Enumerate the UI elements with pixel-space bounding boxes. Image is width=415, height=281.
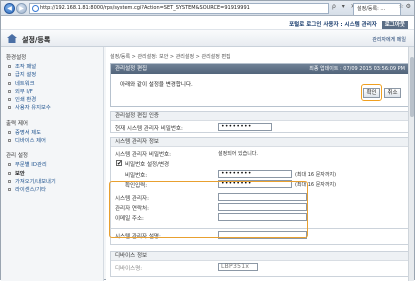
sidebar-item-label: 네트워크 — [15, 80, 35, 87]
auth-section-title: 관리설정 편집 인증 — [111, 112, 409, 121]
forward-button[interactable]: ▶ — [16, 3, 27, 14]
login-user-text: 로그인 사용자 : 시스템 관리자 — [306, 22, 377, 28]
header-links: 포털로 로그인 사용자 : 시스템 관리자 로그아웃 — [289, 20, 408, 29]
sidebar-item-label: 외부 I/F — [15, 88, 33, 95]
change-message: 아래와 같이 설정을 변경합니다. — [120, 82, 193, 88]
last-updated: 최종 업데이트 : 07/09 2015 03:56:09 PM — [309, 66, 405, 72]
sidebar-item-license-other[interactable]: 라이센스/기타 — [8, 186, 103, 194]
ok-button[interactable]: 확인 — [363, 88, 380, 98]
vertical-scrollbar[interactable] — [408, 47, 414, 281]
main-content: 설정/등록 > 관리설정: 보안 > 관리설정 > 관리설정 편집 관리설정 편… — [106, 47, 414, 281]
sidebar-item-label: 급지 설정 — [15, 72, 37, 79]
sidebar-item-print-environment[interactable]: 인쇄 환경 — [8, 96, 103, 104]
url-input[interactable]: http://192.168.1.81:8000/rps/system.cgi?… — [29, 3, 329, 14]
top-header: 포털로 로그인 사용자 : 시스템 관리자 로그아웃 — [1, 16, 414, 30]
bullet-icon — [8, 65, 11, 68]
sidebar-heading-management: 관리 설정 — [6, 153, 28, 160]
sidebar-heading-output-control: 출력 제어 — [6, 120, 28, 127]
bullet-icon — [8, 163, 11, 167]
sidebar-item-label: 디바이스 제어 — [15, 138, 46, 145]
sidebar-item-import-export[interactable]: 가져오기/내보내기 — [8, 178, 103, 186]
sidebar-item-external-if[interactable]: 외부 I/F — [8, 88, 103, 96]
panel-title: 관리설정 편집 — [115, 66, 148, 72]
edit-panel: 관리설정 편집 최종 업데이트 : 07/09 2015 03:56:09 PM… — [110, 63, 410, 107]
browser-logo-icon — [32, 5, 39, 12]
current-password-input[interactable]: •••••••• — [218, 123, 272, 131]
sidebar-item-label: 가져오기/내보내기 — [15, 178, 56, 185]
cancel-button[interactable]: 취소 — [384, 88, 401, 98]
set-password-checkbox[interactable]: ✔ — [116, 160, 122, 167]
admin-fields-highlight — [109, 181, 308, 238]
sidebar-item-user-maintenance[interactable]: 사용자 유지보수 — [8, 104, 103, 112]
sidebar-item-label: 조작 패널 — [15, 64, 37, 70]
sidebar-item-label: 라이센스/기타 — [15, 187, 47, 194]
home-icon[interactable] — [7, 34, 17, 43]
sidebar-item-paper-source[interactable]: 급지 설정 — [8, 71, 103, 79]
address-bar-area: ◀ ▶ http://192.168.1.81:8000/rps/system.… — [1, 1, 414, 16]
device-info-section: 디바이스 정보 디바이스명: LBP351x — [110, 251, 410, 277]
admin-info-title: 시스템 관리자 정보 — [111, 138, 409, 147]
admin-password-label: 시스템 관리자 비밀번호: — [115, 152, 171, 158]
set-password-label: 비밀번호 설정/변경 — [125, 162, 170, 168]
sidebar-item-department-id[interactable]: 부문별 ID관리 — [8, 161, 103, 169]
sidebar-item-security[interactable]: 보안 — [8, 170, 103, 178]
bullet-icon — [8, 81, 11, 85]
manager-mail-link[interactable]: 관리자에게 메일 — [372, 36, 406, 43]
sidebar-item-label: 부문별 ID관리 — [15, 162, 47, 169]
back-button[interactable]: ◀ — [4, 3, 15, 14]
sidebar-item-control-panel[interactable]: 조작 패널 — [8, 63, 103, 71]
bullet-icon — [8, 179, 11, 183]
bullet-icon — [8, 98, 11, 102]
new-password-label: 비밀번호: — [125, 173, 148, 179]
bullet-icon — [8, 139, 11, 143]
device-name-input[interactable]: LBP351x — [218, 263, 258, 271]
device-name-label: 디바이스명: — [115, 266, 143, 272]
sidebar-item-network[interactable]: 네트워크 — [8, 80, 103, 88]
new-password-input[interactable]: •••••••• — [218, 170, 292, 178]
bullet-icon — [8, 130, 11, 134]
bullet-icon — [8, 89, 11, 93]
browser-tab[interactable]: 설정/등록: ... — [353, 3, 401, 15]
current-password-label: 현재 시스템 관리자 비밀번호: — [115, 126, 183, 132]
bullet-icon — [8, 106, 11, 110]
sidebar-item-label: 인쇄 환경 — [15, 97, 37, 104]
sidebar-item-label: 증명서 제도 — [15, 129, 42, 136]
device-info-title: 디바이스 정보 — [111, 252, 409, 261]
sidebar-item-label: 사용자 유지보수 — [15, 105, 51, 112]
bullet-icon — [8, 171, 11, 175]
sidebar-item-label: 보안 — [15, 170, 25, 177]
sidebar-item-certificate[interactable]: 증명서 제도 — [8, 129, 103, 137]
portal-link[interactable]: 포털로 — [289, 22, 304, 28]
window-controls[interactable]: ☆ ⚙ — [398, 3, 411, 10]
panel-title-bar: 관리설정 편집 최종 업데이트 : 07/09 2015 03:56:09 PM — [111, 64, 409, 74]
browser-window: ◀ ▶ http://192.168.1.81:8000/rps/system.… — [0, 0, 415, 281]
url-text: http://192.168.1.81:8000/rps/system.cgi?… — [40, 5, 250, 11]
auth-section: 관리설정 편집 인증 현재 시스템 관리자 비밀번호: •••••••• — [110, 111, 410, 133]
sidebar: 환경설정 조작 패널 급지 설정 네트워크 외부 I/F 인쇄 환경 사용자 유… — [1, 47, 104, 281]
new-password-note: (최대 16 문자까지) — [295, 172, 337, 178]
bullet-icon — [8, 73, 11, 77]
sidebar-heading-preferences: 환경설정 — [6, 55, 27, 61]
bullet-icon — [8, 188, 11, 192]
admin-password-status: 설정되어 있습니다. — [218, 151, 258, 157]
breadcrumb: 설정/등록 > 관리설정: 보안 > 관리설정 > 관리설정 편집 — [110, 54, 231, 60]
scrollbar-thumb[interactable] — [410, 57, 414, 117]
logout-button[interactable]: 로그아웃 — [381, 21, 408, 29]
sidebar-item-device-control[interactable]: 디바이스 제어 — [8, 137, 103, 145]
page-title: 설정/등록 — [22, 36, 51, 44]
page-header: 설정/등록 관리자에게 메일 — [1, 30, 414, 47]
